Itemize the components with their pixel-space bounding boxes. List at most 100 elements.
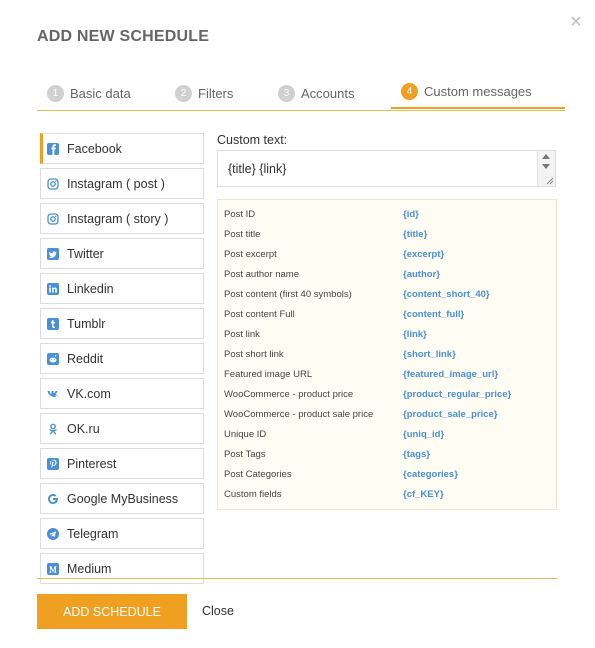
tab-label: Filters: [198, 85, 234, 101]
scroll-down-icon[interactable]: [542, 164, 550, 169]
sidebar-item-instagram-post[interactable]: Instagram ( post ): [40, 168, 204, 199]
variable-token[interactable]: {author}: [403, 269, 440, 280]
sidebar-item-tumblr[interactable]: Tumblr: [40, 308, 204, 339]
variable-row: Post title {title}: [218, 225, 556, 245]
sidebar-item-twitter[interactable]: Twitter: [40, 238, 204, 269]
modal-title: ADD NEW SCHEDULE: [37, 28, 210, 45]
pinterest-icon: [47, 457, 59, 470]
variable-row: Post content Full {content_full}: [218, 305, 556, 325]
tab-label: Basic data: [70, 85, 131, 101]
variable-row: Post excerpt {excerpt}: [218, 245, 556, 265]
close-icon[interactable]: ×: [566, 12, 586, 32]
instagram-icon: [47, 212, 59, 225]
sidebar-item-label: Telegram: [67, 526, 119, 541]
variable-row: Post Categories {categories}: [218, 465, 556, 485]
add-schedule-button[interactable]: ADD SCHEDULE: [37, 594, 187, 629]
sidebar-item-ok[interactable]: OK.ru: [40, 413, 204, 444]
variable-row: Unique ID {uniq_id}: [218, 425, 556, 445]
vk-icon: [47, 388, 59, 400]
textarea-scrollbar[interactable]: [537, 151, 555, 186]
google-icon: [47, 493, 59, 505]
facebook-icon: [47, 142, 59, 155]
sidebar-item-instagram-story[interactable]: Instagram ( story ): [40, 203, 204, 234]
sidebar-item-reddit[interactable]: Reddit: [40, 343, 204, 374]
linkedin-icon: [47, 282, 59, 295]
sidebar-item-label: OK.ru: [67, 421, 100, 436]
tab-filters[interactable]: 2 Filters: [175, 76, 233, 110]
variable-token[interactable]: {product_regular_price}: [403, 389, 511, 400]
sidebar-item-label: Linkedin: [67, 281, 114, 296]
variable-token[interactable]: {content_short_40}: [403, 289, 490, 300]
variable-token[interactable]: {categories}: [403, 469, 458, 480]
network-sidebar: Facebook Instagram ( post ) Instagram ( …: [40, 133, 204, 588]
close-button[interactable]: Close: [202, 604, 234, 618]
variable-token[interactable]: {short_link}: [403, 349, 456, 360]
sidebar-item-linkedin[interactable]: Linkedin: [40, 273, 204, 304]
sidebar-item-telegram[interactable]: Telegram: [40, 518, 204, 549]
sidebar-item-medium[interactable]: Medium: [40, 553, 204, 584]
instagram-icon: [47, 177, 59, 190]
variable-name: Post content Full: [224, 309, 295, 320]
variable-token[interactable]: {featured_image_url}: [403, 369, 498, 380]
variables-panel: Post ID {id} Post title {title} Post excer…: [217, 199, 557, 510]
variable-row: Post author name {author}: [218, 265, 556, 285]
variable-token[interactable]: {uniq_id}: [403, 429, 444, 440]
variable-name: Post author name: [224, 269, 299, 280]
tab-accounts[interactable]: 3 Accounts: [278, 76, 354, 110]
custom-text-input[interactable]: {title} {link}: [217, 150, 556, 187]
tumblr-icon: [47, 317, 59, 330]
variable-name: Post Categories: [224, 469, 292, 480]
reddit-icon: [47, 352, 59, 365]
variable-token[interactable]: {product_sale_price}: [403, 409, 498, 420]
sidebar-item-label: Google MyBusiness: [67, 491, 179, 506]
variable-row: Post ID {id}: [218, 205, 556, 225]
variable-name: WooCommerce - product price: [224, 389, 354, 400]
sidebar-item-label: Instagram ( post ): [67, 176, 165, 191]
tab-label: Custom messages: [424, 84, 532, 99]
variable-token[interactable]: {cf_KEY}: [403, 489, 444, 500]
telegram-icon: [47, 527, 59, 540]
variable-name: Featured image URL: [224, 369, 313, 380]
variable-row: WooCommerce - product sale price {product…: [218, 405, 556, 425]
sidebar-item-google-mybusiness[interactable]: Google MyBusiness: [40, 483, 204, 514]
variable-token[interactable]: {tags}: [403, 449, 430, 460]
tab-number: 4: [401, 83, 418, 100]
variable-row: Custom fields {cf_KEY}: [218, 485, 556, 505]
variable-name: Post title: [224, 229, 261, 240]
tab-number: 2: [175, 84, 192, 102]
tab-custom-messages[interactable]: 4 Custom messages: [391, 76, 565, 109]
variable-name: WooCommerce - product sale price: [224, 409, 374, 420]
sidebar-item-vk[interactable]: VK.com: [40, 378, 204, 409]
variable-name: Post Tags: [224, 449, 266, 460]
footer-divider: [37, 578, 557, 579]
medium-icon: [47, 562, 59, 575]
custom-text-value: {title} {link}: [228, 162, 287, 176]
sidebar-item-label: Medium: [67, 561, 112, 576]
sidebar-item-label: Instagram ( story ): [67, 211, 169, 226]
variable-row: WooCommerce - product price {product_regu…: [218, 385, 556, 405]
variable-token[interactable]: {link}: [403, 329, 427, 340]
tab-basic-data[interactable]: 1 Basic data: [47, 76, 131, 110]
schedule-modal: ADD NEW SCHEDULE × 1 Basic data 2 Filter…: [0, 0, 595, 648]
sidebar-item-label: Tumblr: [67, 316, 106, 331]
wizard-tabs: 1 Basic data 2 Filters 3 Accounts 4 Cust…: [37, 76, 565, 111]
variable-name: Post excerpt: [224, 249, 277, 260]
variable-row: Post content (first 40 symbols) {content_…: [218, 285, 556, 305]
variable-name: Post short link: [224, 349, 284, 360]
resize-grip-icon[interactable]: [546, 177, 554, 185]
sidebar-item-pinterest[interactable]: Pinterest: [40, 448, 204, 479]
variable-row: Featured image URL {featured_image_url}: [218, 365, 556, 385]
variable-token[interactable]: {excerpt}: [403, 249, 444, 260]
custom-text-label: Custom text:: [217, 133, 288, 147]
scroll-up-icon[interactable]: [542, 154, 550, 159]
ok-icon: [47, 423, 59, 435]
sidebar-item-facebook[interactable]: Facebook: [40, 133, 204, 164]
variable-row: Post link {link}: [218, 325, 556, 345]
tab-label: Accounts: [301, 85, 355, 101]
variable-token[interactable]: {title}: [403, 229, 427, 240]
variable-token[interactable]: {id}: [403, 209, 419, 220]
twitter-icon: [47, 247, 59, 260]
tab-number: 1: [47, 84, 64, 102]
variable-token[interactable]: {content_full}: [403, 309, 464, 320]
variable-row: Post Tags {tags}: [218, 445, 556, 465]
